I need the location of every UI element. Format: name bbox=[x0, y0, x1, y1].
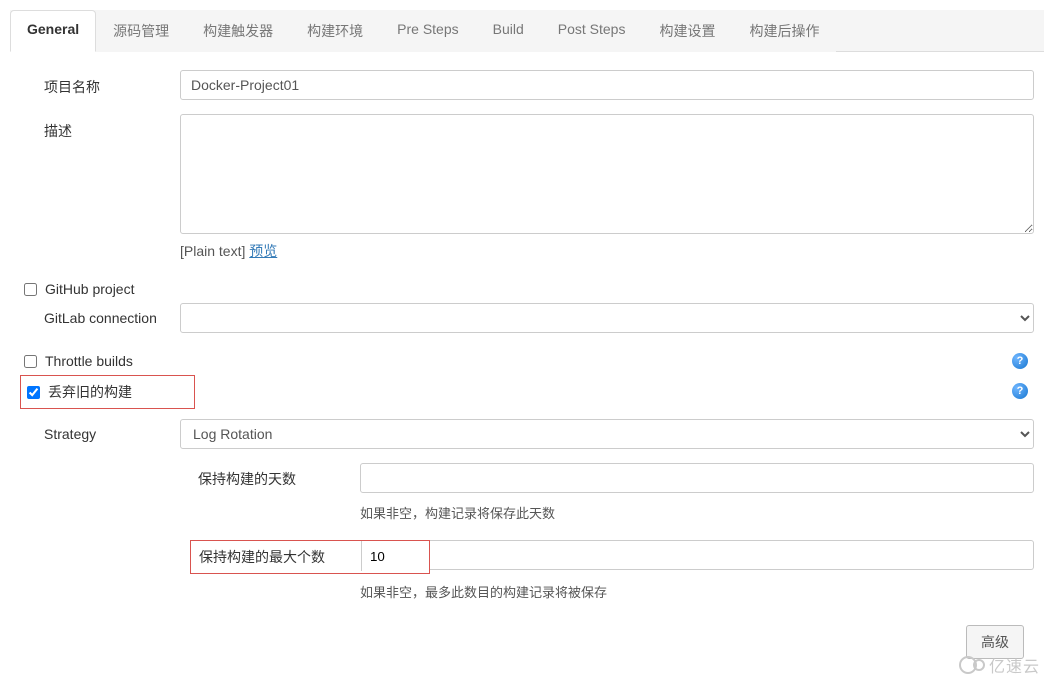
strategy-label: Strategy bbox=[40, 419, 180, 442]
days-to-keep-label: 保持构建的天数 bbox=[190, 463, 360, 495]
tab-general[interactable]: General bbox=[10, 10, 96, 52]
tab-build[interactable]: Build bbox=[476, 10, 541, 52]
throttle-builds-label: Throttle builds bbox=[45, 353, 133, 369]
watermark-text: 亿速云 bbox=[989, 653, 1040, 677]
watermark: 亿速云 bbox=[959, 653, 1040, 677]
days-to-keep-input[interactable] bbox=[360, 463, 1034, 493]
general-section: 项目名称 描述 [Plain text] 预览 GitHub project G… bbox=[10, 52, 1044, 675]
config-tabs: General 源码管理 构建触发器 构建环境 Pre Steps Build … bbox=[10, 10, 1044, 52]
project-name-input[interactable] bbox=[180, 70, 1034, 100]
tab-post-steps[interactable]: Post Steps bbox=[541, 10, 643, 52]
description-label: 描述 bbox=[40, 114, 180, 141]
project-name-row: 项目名称 bbox=[20, 70, 1034, 100]
tab-build-triggers[interactable]: 构建触发器 bbox=[186, 10, 290, 52]
help-icon[interactable]: ? bbox=[1012, 353, 1028, 369]
days-to-keep-hint: 如果非空，构建记录将保存此天数 bbox=[360, 503, 1034, 522]
github-project-checkbox[interactable] bbox=[24, 283, 37, 296]
project-name-label: 项目名称 bbox=[40, 70, 180, 97]
max-builds-row: 保持构建的最大个数 bbox=[190, 540, 1034, 574]
description-footer: [Plain text] 预览 bbox=[180, 241, 1034, 261]
tab-scm[interactable]: 源码管理 bbox=[96, 10, 186, 52]
discard-old-builds-checkbox[interactable] bbox=[27, 386, 40, 399]
discard-old-builds-label: 丢弃旧的构建 bbox=[48, 382, 132, 402]
throttle-builds-checkbox[interactable] bbox=[24, 355, 37, 368]
strategy-row: Strategy Log Rotation bbox=[20, 419, 1034, 449]
tab-build-env[interactable]: 构建环境 bbox=[290, 10, 380, 52]
watermark-icon bbox=[959, 656, 977, 674]
days-to-keep-row: 保持构建的天数 bbox=[190, 463, 1034, 495]
config-form: General 源码管理 构建触发器 构建环境 Pre Steps Build … bbox=[0, 0, 1054, 685]
tab-build-settings[interactable]: 构建设置 bbox=[642, 10, 732, 52]
github-project-row: GitHub project bbox=[20, 275, 1034, 303]
description-textarea[interactable] bbox=[180, 114, 1034, 234]
max-builds-input-visible[interactable] bbox=[361, 541, 416, 571]
description-row: 描述 [Plain text] 预览 bbox=[20, 114, 1034, 261]
max-builds-hint: 如果非空，最多此数目的构建记录将被保存 bbox=[360, 582, 1034, 601]
gitlab-connection-row: GitLab connection bbox=[20, 303, 1034, 333]
github-project-label: GitHub project bbox=[45, 281, 134, 297]
help-icon[interactable]: ? bbox=[1012, 383, 1028, 399]
gitlab-connection-select[interactable] bbox=[180, 303, 1034, 333]
discard-old-builds-row: 丢弃旧的构建 bbox=[20, 375, 195, 409]
description-preview-link[interactable]: 预览 bbox=[249, 243, 277, 259]
throttle-builds-row: Throttle builds ? bbox=[20, 347, 1034, 375]
advanced-bar: 高级 bbox=[20, 619, 1034, 665]
gitlab-connection-label: GitLab connection bbox=[40, 303, 180, 326]
max-builds-label: 保持构建的最大个数 bbox=[191, 541, 361, 573]
strategy-select[interactable]: Log Rotation bbox=[180, 419, 1034, 449]
log-rotation-settings: 保持构建的天数 如果非空，构建记录将保存此天数 保持构建的最大个数 如果非空，最… bbox=[20, 463, 1034, 601]
description-format-text: [Plain text] bbox=[180, 243, 245, 259]
tab-pre-steps[interactable]: Pre Steps bbox=[380, 10, 475, 52]
max-builds-input-rest[interactable] bbox=[430, 540, 1034, 570]
tab-post-build-actions[interactable]: 构建后操作 bbox=[732, 10, 836, 52]
